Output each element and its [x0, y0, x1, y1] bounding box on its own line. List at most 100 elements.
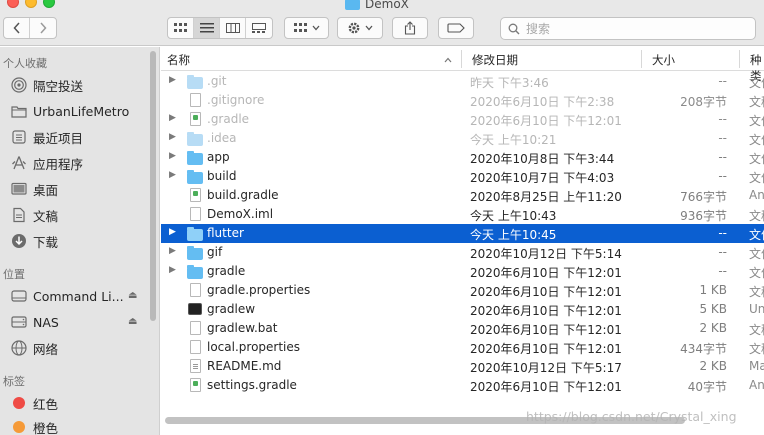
table-row[interactable]: DemoX.iml 今天 上午10:43 936字节 文稿 [161, 205, 764, 224]
icon-view-button[interactable] [168, 18, 194, 38]
column-date-header[interactable]: 修改日期 [472, 52, 518, 68]
file-kind: 文件夹 [749, 114, 764, 128]
sidebar-item-downloads[interactable]: 下载 [10, 230, 150, 252]
file-size: 40字节 [687, 380, 727, 394]
table-row[interactable]: ▶ .idea 今天 上午10:21 -- 文件夹 [161, 129, 764, 148]
desktop-icon [10, 180, 28, 198]
file-size: -- [718, 226, 727, 240]
folder-icon [187, 226, 203, 241]
table-row[interactable]: ▶ .git 昨天 下午3:46 -- 文件夹 [161, 72, 764, 91]
list-view-button[interactable] [194, 18, 220, 38]
table-row[interactable]: build.gradle 2020年8月25日 上午11:20 766字节 Andro… [161, 186, 764, 205]
file-kind: 文件夹 [749, 171, 764, 185]
disclosure-triangle-icon[interactable]: ▶ [169, 132, 179, 142]
file-date: 2020年10月12日 下午5:14 [470, 247, 622, 261]
file-name: gradlew [207, 302, 256, 316]
forward-button[interactable] [30, 18, 56, 38]
file-size: -- [718, 169, 727, 183]
network-icon [10, 339, 28, 357]
disclosure-triangle-icon[interactable]: ▶ [169, 75, 179, 85]
table-row[interactable]: local.properties 2020年6月10日 下午12:01 434字节 文… [161, 338, 764, 357]
disclosure-triangle-icon[interactable]: ▶ [169, 246, 179, 256]
file-size: -- [718, 150, 727, 164]
documents-icon [10, 206, 28, 224]
sidebar-item-urbanlifemetro[interactable]: UrbanLifeMetro [10, 100, 150, 122]
sidebar-item-desktop[interactable]: 桌面 [10, 178, 150, 200]
share-icon [404, 21, 416, 35]
window-title-text: DemoX [365, 0, 409, 11]
sidebar-item-label: 最近项目 [33, 130, 84, 146]
column-header: 名称 修改日期 大小 种类 [161, 47, 764, 83]
sidebar-item-label: 隔空投送 [33, 78, 84, 94]
sidebar-item-recents[interactable]: 最近项目 [10, 126, 150, 148]
table-row[interactable]: gradlew.bat 2020年6月10日 下午12:01 2 KB 文稿 [161, 319, 764, 338]
disclosure-triangle-icon[interactable]: ▶ [169, 113, 179, 123]
sidebar-item-label: 文稿 [33, 208, 59, 224]
table-row[interactable]: ▶ flutter 今天 上午10:45 -- 文件夹 [161, 224, 764, 243]
eject-icon[interactable]: ⏏ [128, 316, 137, 327]
eject-icon[interactable]: ⏏ [128, 290, 137, 301]
disclosure-triangle-icon[interactable]: ▶ [169, 151, 179, 161]
file-name: build.gradle [207, 188, 279, 202]
search-input[interactable] [526, 21, 726, 36]
sidebar-item-network[interactable]: 网络 [10, 337, 150, 359]
sidebar-item-airdrop[interactable]: 隔空投送 [10, 74, 150, 96]
table-row[interactable]: README.md 2020年10月12日 下午5:17 2 KB Markdown [161, 357, 764, 376]
downloads-icon [10, 232, 28, 250]
file-date: 今天 上午10:45 [470, 228, 557, 242]
sidebar-item-tag-red[interactable]: 红色 [10, 392, 150, 414]
close-window-button[interactable] [7, 0, 19, 8]
file-size: 766字节 [680, 190, 727, 204]
watermark: https://blog.csdn.net/Crystal_xing [526, 409, 737, 424]
file-size: -- [718, 264, 727, 278]
sidebar-scrollbar[interactable] [150, 51, 156, 321]
minimize-window-button[interactable] [25, 0, 37, 8]
file-kind: 文件夹 [749, 247, 764, 261]
chevron-left-icon [12, 22, 20, 34]
table-row[interactable]: gradle.properties 2020年6月10日 下午12:01 1 KB 文… [161, 281, 764, 300]
group-by-button[interactable] [284, 17, 329, 39]
column-view-button[interactable] [220, 18, 246, 38]
column-size-header[interactable]: 大小 [652, 52, 675, 68]
column-name-header[interactable]: 名称 [167, 52, 190, 68]
search-field[interactable] [500, 17, 756, 40]
share-button[interactable] [392, 17, 428, 39]
zoom-window-button[interactable] [43, 0, 55, 8]
file-size: 2 KB [699, 359, 727, 373]
table-row[interactable]: ▶ gradle 2020年6月10日 下午12:01 -- 文件夹 [161, 262, 764, 281]
folder-icon [187, 245, 203, 260]
orange-tag-icon [13, 421, 25, 433]
table-row[interactable]: ▶ gif 2020年10月12日 下午5:14 -- 文件夹 [161, 243, 764, 262]
file-size: -- [718, 74, 727, 88]
file-size: -- [718, 245, 727, 259]
file-kind: 文件夹 [749, 76, 764, 90]
table-row[interactable]: settings.gradle 2020年6月10日 下午12:01 40字节 And… [161, 376, 764, 395]
file-size: 1 KB [699, 283, 727, 297]
file-name: app [207, 150, 230, 164]
sidebar-item-tag-orange[interactable]: 橙色 [10, 416, 150, 435]
folder-icon [10, 102, 28, 120]
disclosure-triangle-icon[interactable]: ▶ [169, 265, 179, 275]
table-row[interactable]: ▶ build 2020年10月7日 下午4:03 -- 文件夹 [161, 167, 764, 186]
disclosure-triangle-icon[interactable]: ▶ [169, 227, 179, 237]
sort-ascending-icon [444, 57, 452, 63]
tag-button[interactable] [438, 17, 474, 39]
back-button[interactable] [4, 18, 30, 38]
sidebar-item-applications[interactable]: 应用程序 [10, 152, 150, 174]
action-menu-button[interactable] [337, 17, 383, 39]
file-date: 2020年10月12日 下午5:17 [470, 361, 622, 375]
sidebar-item-label: 橙色 [33, 420, 59, 435]
window-title: DemoX [345, 0, 409, 11]
file-size: 208字节 [680, 95, 727, 109]
table-row[interactable]: ▶ .gradle 2020年6月10日 下午12:01 -- 文件夹 [161, 110, 764, 129]
file-name: gif [207, 245, 223, 259]
document-icon [187, 93, 203, 107]
gallery-view-button[interactable] [246, 18, 272, 38]
table-row[interactable]: gradlew 2020年6月10日 下午12:01 5 KB Unix [161, 300, 764, 319]
table-row[interactable]: .gitignore 2020年6月10日 下午2:38 208字节 文稿 [161, 91, 764, 110]
recents-icon [10, 128, 28, 146]
disclosure-triangle-icon[interactable]: ▶ [169, 170, 179, 180]
sidebar-item-documents[interactable]: 文稿 [10, 204, 150, 226]
table-row[interactable]: ▶ app 2020年10月8日 下午3:44 -- 文件夹 [161, 148, 764, 167]
file-size: -- [718, 112, 727, 126]
